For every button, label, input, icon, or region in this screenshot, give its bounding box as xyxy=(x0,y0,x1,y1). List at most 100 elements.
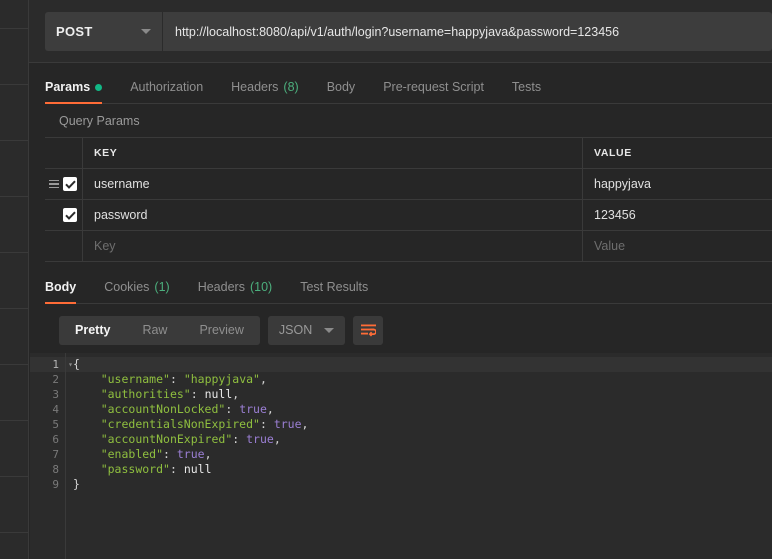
unsaved-changes-dot-icon xyxy=(95,83,103,91)
table-row[interactable]: password 123456 xyxy=(45,200,772,231)
postman-window: POST http://localhost:8080/api/v1/auth/l… xyxy=(0,0,772,559)
url-bar: POST http://localhost:8080/api/v1/auth/l… xyxy=(45,12,772,51)
tab-label: Pre-request Script xyxy=(383,80,484,94)
code-token: , xyxy=(273,432,281,446)
word-wrap-glyph xyxy=(360,324,376,337)
response-body-editor[interactable]: 1 ▾ 2 3 4 5 6 7 8 9 { "username": "happyjava", "a… xyxy=(30,353,772,559)
param-key-input[interactable]: username xyxy=(83,169,583,199)
tab-pre-request-script[interactable]: Pre-request Script xyxy=(383,80,484,103)
word-wrap-icon[interactable] xyxy=(353,315,384,345)
code-token: null xyxy=(183,462,212,476)
table-body: username happyjava password 123456 Key Value xyxy=(45,169,772,262)
sidebar-divider xyxy=(0,196,29,197)
code-token: true xyxy=(176,447,205,461)
row-checkbox-cell xyxy=(45,200,83,230)
code-line: "authorities": null, xyxy=(66,387,772,402)
sidebar-divider xyxy=(0,140,29,141)
code-line: "accountNonExpired": true, xyxy=(66,432,772,447)
query-params-label: Query Params xyxy=(59,114,140,128)
row-enabled-checkbox[interactable] xyxy=(63,177,77,191)
code-token: : xyxy=(169,462,184,476)
sidebar-divider xyxy=(0,84,29,85)
table-row-placeholder[interactable]: Key Value xyxy=(45,231,772,262)
sidebar-divider xyxy=(0,476,29,477)
line-number: 5 xyxy=(52,418,59,431)
tab-headers[interactable]: Headers (8) xyxy=(231,80,299,103)
code-token: "happyjava" xyxy=(183,372,260,386)
code-token: { xyxy=(73,357,80,371)
http-method-selector[interactable]: POST xyxy=(45,12,163,51)
line-number: 8 xyxy=(52,463,59,476)
response-tab-headers[interactable]: Headers (10) xyxy=(198,280,272,303)
response-tab-body[interactable]: Body xyxy=(45,280,77,304)
code-token: "authorities" xyxy=(100,387,191,401)
sidebar-strip[interactable] xyxy=(0,0,29,559)
code-token: , xyxy=(259,372,267,386)
tab-tests[interactable]: Tests xyxy=(512,80,541,103)
table-row[interactable]: username happyjava xyxy=(45,169,772,200)
code-token: "username" xyxy=(100,372,170,386)
code-line: "password": null xyxy=(66,462,772,477)
tab-count-badge: (10) xyxy=(249,280,273,294)
tab-count-badge: (8) xyxy=(283,80,299,94)
param-key-input-empty[interactable]: Key xyxy=(83,231,583,261)
code-line: "enabled": true, xyxy=(66,447,772,462)
param-key-input[interactable]: password xyxy=(83,200,583,230)
code-token: : xyxy=(163,447,177,461)
code-token: : xyxy=(232,432,247,446)
code-token: "credentialsNonExpired" xyxy=(100,417,260,431)
code-token: } xyxy=(73,477,80,491)
line-number-gutter: 1 ▾ 2 3 4 5 6 7 8 9 xyxy=(30,353,73,559)
code-token: null xyxy=(204,387,233,401)
row-checkbox-cell xyxy=(45,169,83,199)
view-mode-pretty[interactable]: Pretty xyxy=(59,316,126,345)
tab-body[interactable]: Body xyxy=(327,80,356,103)
param-value-input[interactable]: happyjava xyxy=(583,169,772,199)
code-line: "credentialsNonExpired": true, xyxy=(66,417,772,432)
line-number: 2 xyxy=(52,373,59,386)
code-line: "username": "happyjava", xyxy=(66,372,772,387)
drag-handle-icon[interactable] xyxy=(49,179,59,189)
url-bar-row: POST http://localhost:8080/api/v1/auth/l… xyxy=(29,0,772,63)
tab-params[interactable]: Params xyxy=(45,80,103,104)
tab-label: Body xyxy=(45,280,77,294)
line-number: 6 xyxy=(52,433,59,446)
response-tab-test-results[interactable]: Test Results xyxy=(300,280,368,303)
chevron-down-icon xyxy=(324,327,335,333)
tab-label: Body xyxy=(326,80,356,94)
line-number: 3 xyxy=(52,388,59,401)
view-mode-raw[interactable]: Raw xyxy=(126,316,183,345)
tab-label: Cookies xyxy=(104,280,150,294)
code-token: "accountNonLocked" xyxy=(100,402,226,416)
line-number: 1 ▾ xyxy=(30,357,73,372)
response-body-code[interactable]: { "username": "happyjava", "authorities"… xyxy=(66,353,772,559)
code-fold-icon[interactable]: ▾ xyxy=(68,357,73,372)
url-input[interactable]: http://localhost:8080/api/v1/auth/login?… xyxy=(163,12,772,51)
tab-label: Headers xyxy=(231,80,279,94)
sidebar-divider xyxy=(0,28,29,29)
view-mode-preview[interactable]: Preview xyxy=(183,316,259,345)
param-value-input-empty[interactable]: Value xyxy=(583,231,772,261)
code-line: } xyxy=(66,477,772,492)
code-token: , xyxy=(266,402,274,416)
tab-label: Tests xyxy=(511,80,542,94)
param-value-input[interactable]: 123456 xyxy=(583,200,772,230)
response-tab-cookies[interactable]: Cookies (1) xyxy=(104,280,169,303)
sidebar-divider xyxy=(0,308,29,309)
code-token: , xyxy=(301,417,309,431)
code-token: true xyxy=(273,417,302,431)
response-format-label: JSON xyxy=(278,323,313,337)
query-params-table: KEY VALUE username happyjava password 12345… xyxy=(45,137,772,264)
code-line: "accountNonLocked": true, xyxy=(66,402,772,417)
response-format-select[interactable]: JSON xyxy=(267,315,346,345)
sidebar-divider xyxy=(0,252,29,253)
tab-label: Authorization xyxy=(130,80,204,94)
response-toolbar: Pretty Raw Preview JSON xyxy=(45,310,772,350)
row-enabled-checkbox[interactable] xyxy=(63,208,77,222)
code-token: "accountNonExpired" xyxy=(100,432,233,446)
tab-authorization[interactable]: Authorization xyxy=(130,80,203,103)
